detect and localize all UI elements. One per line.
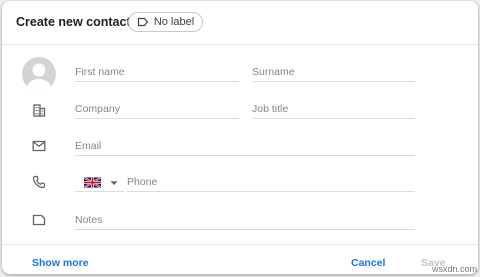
first-name-placeholder: First name (75, 66, 125, 78)
cancel-button[interactable]: Cancel (351, 257, 385, 269)
notes-field[interactable]: Notes (75, 213, 415, 230)
phone-placeholder: Phone (127, 176, 158, 188)
label-chip-text: No label (153, 16, 195, 28)
phone-icon (31, 174, 47, 190)
country-selector-underline (75, 191, 124, 192)
surname-placeholder: Surname (252, 66, 295, 78)
email-placeholder: Email (75, 140, 102, 152)
job-title-field[interactable]: Job title (252, 102, 415, 119)
uk-flag-icon[interactable] (84, 177, 101, 188)
create-contact-dialog: Create new contact No label First name S… (2, 1, 478, 274)
surname-field[interactable]: Surname (252, 65, 415, 82)
notes-placeholder: Notes (75, 214, 103, 226)
avatar-placeholder-icon[interactable] (22, 57, 56, 91)
mail-icon (31, 138, 47, 154)
watermark-text: wsxdn.com (431, 264, 477, 274)
phone-field[interactable]: Phone (127, 175, 415, 192)
company-field[interactable]: Company (75, 102, 239, 119)
building-icon (31, 102, 47, 118)
caret-down-icon[interactable] (109, 178, 119, 188)
job-title-placeholder: Job title (252, 103, 289, 115)
label-chip-button[interactable]: No label (128, 12, 203, 32)
company-placeholder: Company (75, 103, 120, 115)
first-name-field[interactable]: First name (75, 65, 239, 82)
dialog-title: Create new contact (16, 15, 131, 29)
notes-icon (31, 212, 47, 228)
dialog-footer: Show more Cancel Save (2, 244, 478, 274)
dialog-header: Create new contact No label (2, 1, 478, 45)
show-more-button[interactable]: Show more (32, 257, 89, 269)
email-field[interactable]: Email (75, 139, 415, 156)
label-icon (137, 17, 149, 27)
